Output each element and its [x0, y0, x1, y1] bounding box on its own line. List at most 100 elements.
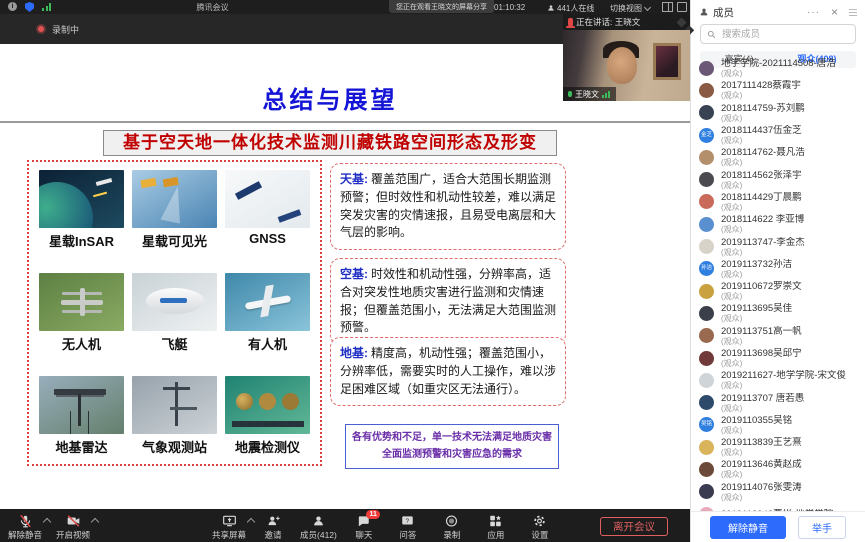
- member-name: 地学学院-2021114508-唐浩: [721, 58, 836, 69]
- member-name: 2019113646黄赵成: [721, 459, 802, 470]
- member-info: 2018114759-苏刘鹏(观众): [721, 103, 805, 123]
- gallery-label: 星载InSAR: [49, 231, 114, 250]
- toolbar-apps-button[interactable]: 应用: [479, 514, 513, 541]
- panel-title: 成员: [713, 5, 734, 20]
- fullscreen-icon[interactable]: [677, 2, 687, 12]
- member-row[interactable]: 2018114562张泽宇(观众): [691, 168, 865, 190]
- search-box[interactable]: [700, 24, 856, 44]
- toolbar-members-button[interactable]: 成员(412): [300, 514, 337, 541]
- member-avatar: [699, 150, 714, 165]
- member-info: 2019113732孙洁(观众): [721, 259, 792, 279]
- photo-seismo: [225, 376, 310, 434]
- info-block-air-based: 空基:时效性和机动性强，分辨率高，适合对突发性地质灾害进行监测和灾情速报；但覆盖…: [330, 258, 566, 345]
- settings-icon: [532, 514, 547, 527]
- system-top-bar: i 腾讯会议 01:10:32 441人在线 切换视图: [0, 0, 690, 14]
- chevron-up-icon[interactable]: [43, 518, 51, 526]
- svg-text:?: ?: [406, 517, 410, 524]
- meeting-window: i 腾讯会议 01:10:32 441人在线 切换视图 您正在观看王晓文的屏幕分…: [0, 0, 865, 542]
- search-icon: [707, 30, 716, 39]
- member-row[interactable]: 金芝2018114437伍金芝(观众): [691, 124, 865, 146]
- member-role: (观众): [721, 270, 792, 279]
- member-avatar: [699, 328, 714, 343]
- member-row[interactable]: 孙洁2019113732孙洁(观众): [691, 258, 865, 280]
- member-role: (观众): [721, 292, 802, 301]
- unmute-button[interactable]: 解除静音: [710, 516, 786, 539]
- member-row[interactable]: 2019113698吴邱宁(观众): [691, 347, 865, 369]
- speaking-label: 正在讲话: 王晓文: [576, 16, 640, 28]
- gallery-item: 有人机: [225, 273, 310, 353]
- member-name: 2018114759-苏刘鹏: [721, 103, 805, 114]
- toolbar-share-screen-button[interactable]: 共享屏幕: [212, 514, 246, 541]
- leave-meeting-button[interactable]: 离开会议: [600, 517, 668, 536]
- toolbar-chat-button[interactable]: 聊天11: [347, 514, 381, 541]
- member-row[interactable]: 地学学院-2021114508-唐浩(观众): [691, 57, 865, 79]
- record-icon: [444, 514, 459, 527]
- member-row[interactable]: 2018114622 李亚博(观众): [691, 213, 865, 235]
- member-avatar: [699, 194, 714, 209]
- member-name: 2017111428蔡霞宇: [721, 80, 801, 91]
- member-row[interactable]: 2018114762-聂凡浩(观众): [691, 146, 865, 168]
- toolbar-label: 邀请: [265, 529, 282, 541]
- view-switch-dropdown[interactable]: 切换视图: [610, 3, 650, 14]
- member-role: (观众): [721, 426, 792, 435]
- members-panel-header: 成员 ··· ×: [691, 0, 865, 20]
- speaker-video-panel[interactable]: 正在讲话: 王晓文 王晓文: [563, 14, 690, 101]
- watching-tooltip: 您正在观看王晓文的屏幕分享: [389, 0, 494, 13]
- more-icon[interactable]: ···: [807, 7, 820, 18]
- member-name: 2019114076张雯涛: [721, 482, 802, 493]
- gallery-item: 星载可见光: [132, 170, 217, 250]
- member-name: 2018114437伍金芝: [721, 125, 802, 136]
- speaker-video: 王晓文: [563, 30, 690, 101]
- slide-heading: 基于空天地一体化技术监测川藏铁路空间形态及形变: [103, 130, 557, 156]
- toolbar-cam-off-button[interactable]: 开启视频: [56, 514, 90, 541]
- member-row[interactable]: 2019113695吴佳(观众): [691, 302, 865, 324]
- photo-gnss: [225, 170, 310, 228]
- member-info: 2019211627-地学学院-宋文俊(观众): [721, 370, 846, 390]
- chevron-up-icon[interactable]: [247, 518, 255, 526]
- video-person-face: [607, 47, 637, 84]
- member-row[interactable]: 2019113646黄赵成(观众): [691, 458, 865, 480]
- raise-hand-button[interactable]: 举手: [798, 516, 846, 539]
- member-role: (观众): [721, 114, 805, 123]
- gallery-item: 地基雷达: [39, 376, 124, 456]
- member-row[interactable]: 2019110672罗崇文(观众): [691, 280, 865, 302]
- toolbar-qa-button[interactable]: ?问答: [391, 514, 425, 541]
- close-icon[interactable]: ×: [831, 7, 838, 17]
- search-input[interactable]: [720, 28, 849, 41]
- member-row[interactable]: 2019114076张雯涛(观众): [691, 481, 865, 503]
- member-role: (观众): [721, 91, 801, 100]
- member-avatar: [699, 239, 714, 254]
- share-screen-icon: [222, 514, 237, 527]
- chevron-up-icon[interactable]: [91, 518, 99, 526]
- member-row[interactable]: 2019113747-李金杰(观众): [691, 235, 865, 257]
- member-row[interactable]: 2019113751高一帆(观众): [691, 325, 865, 347]
- toolbar-record-button[interactable]: 录制: [435, 514, 469, 541]
- member-name: 2019113747-李金杰: [721, 237, 805, 248]
- gallery-item: 气象观测站: [132, 376, 217, 456]
- member-role: (观众): [721, 158, 805, 167]
- online-count[interactable]: 441人在线: [547, 3, 594, 14]
- toolbar-label: 设置: [531, 529, 548, 541]
- meeting-duration: 01:10:32: [494, 3, 525, 12]
- panel-handle-icon[interactable]: [849, 9, 857, 16]
- member-list[interactable]: 地学学院-2021114508-唐浩(观众)2017111428蔡霞宇(观众)2…: [691, 57, 865, 512]
- member-info: 2019113747-李金杰(观众): [721, 237, 805, 257]
- toolbar-mic-off-button[interactable]: 解除静音: [8, 514, 42, 541]
- gallery-label: 气象观测站: [142, 437, 207, 456]
- member-row[interactable]: 2018114759-苏刘鹏(观众): [691, 102, 865, 124]
- member-row[interactable]: 2018114429丁晨鹏(观众): [691, 191, 865, 213]
- toolbar-settings-button[interactable]: 设置: [523, 514, 557, 541]
- toolbar-label: 开启视频: [56, 529, 90, 541]
- apps-icon: [488, 514, 503, 527]
- layout-icon[interactable]: [662, 2, 673, 12]
- member-name: 2019110672罗崇文: [721, 281, 802, 292]
- gallery-label: 飞艇: [161, 334, 187, 353]
- member-row[interactable]: 2019113707 唐若愚(观众): [691, 391, 865, 413]
- member-row[interactable]: 吴铭2019110355吴铭(观众): [691, 414, 865, 436]
- slide-title: 总结与展望: [0, 80, 660, 115]
- speaker-name-tag: 王晓文: [563, 87, 616, 101]
- toolbar-invite-button[interactable]: 邀请: [256, 514, 290, 541]
- member-row[interactable]: 2019113839王艺熹(观众): [691, 436, 865, 458]
- member-row[interactable]: 2019211627-地学学院-宋文俊(观众): [691, 369, 865, 391]
- member-row[interactable]: 2017111428蔡霞宇(观众): [691, 79, 865, 101]
